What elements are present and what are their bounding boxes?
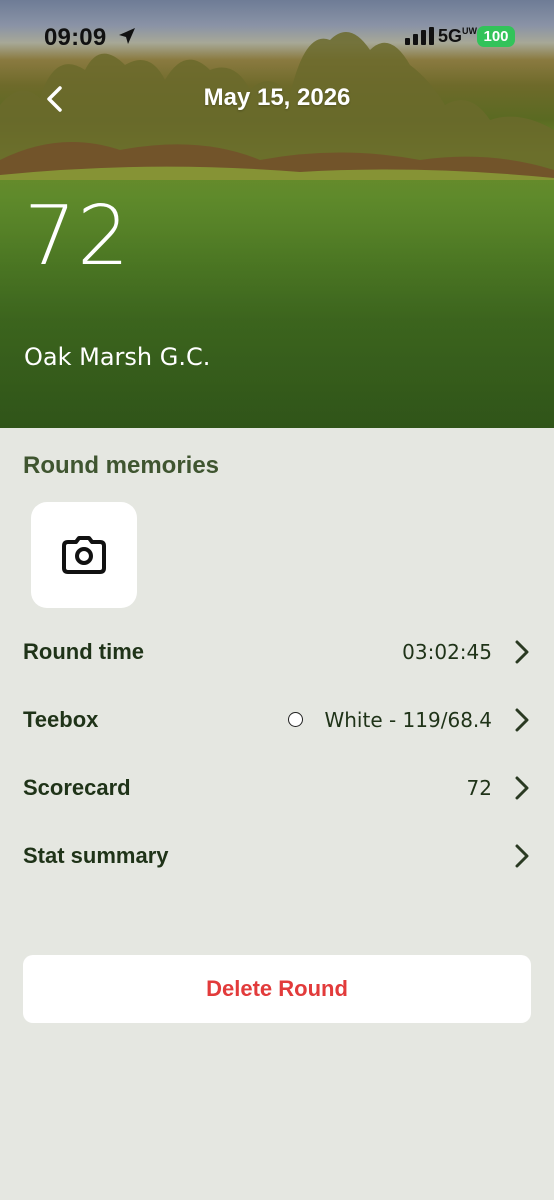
cellular-signal-icon [405,27,434,45]
add-photo-button[interactable] [31,502,137,608]
round-memories-title: Round memories [23,452,220,479]
status-bar: 09:09 5GUW 100 [0,0,554,72]
course-name: Oak Marsh G.C. [24,343,211,371]
row-stat-summary[interactable]: Stat summary [0,826,554,886]
row-scorecard[interactable]: Scorecard 72 [0,758,554,818]
network-sup: UW [462,26,478,36]
row-label: Scorecard [23,775,131,800]
row-value: White - 119/68.4 [324,708,492,732]
battery-indicator: 100 [477,26,515,47]
delete-round-button[interactable]: Delete Round [23,955,531,1023]
row-label: Teebox [23,707,99,732]
row-value: 72 [466,776,492,800]
page-title: May 15, 2026 [203,84,351,111]
row-teebox[interactable]: Teebox White - 119/68.4 [0,690,554,750]
row-label: Round time [23,639,144,664]
camera-icon [62,536,106,574]
row-value: 03:02:45 [402,640,492,664]
status-time: 09:09 [44,24,107,51]
chevron-right-icon [515,640,529,664]
chevron-right-icon [515,844,529,868]
row-round-time[interactable]: Round time 03:02:45 [0,622,554,682]
location-arrow-icon [119,28,135,44]
hero-banner: 09:09 5GUW 100 May 15, 2026 72 Oak Marsh… [0,0,554,428]
chevron-right-icon [515,776,529,800]
row-label: Stat summary [23,843,169,868]
teebox-color-swatch [288,712,303,727]
round-score: 72 [24,189,131,284]
network-type: 5GUW [438,26,478,46]
chevron-right-icon [515,708,529,732]
